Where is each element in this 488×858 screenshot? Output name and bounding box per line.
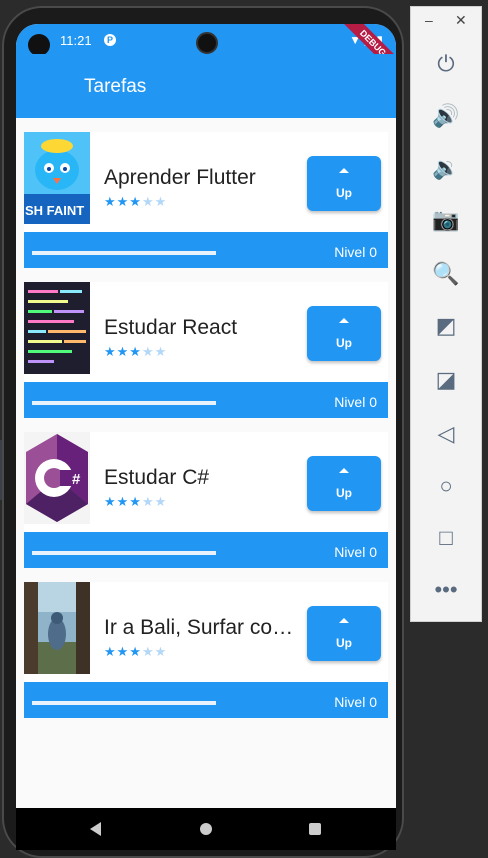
level-progress [32, 551, 216, 555]
level-label: Nivel 0 [334, 394, 377, 410]
volume-down-icon[interactable]: 🔉 [429, 151, 463, 185]
back-icon[interactable] [90, 822, 101, 836]
flutter-bird-thumbnail: SH FAINT [24, 132, 90, 224]
task-card-body: SH FAINT Aprender Flutter ★★★★★ Up [24, 132, 388, 232]
task-name: Estudar React [104, 316, 238, 339]
level-bar: Nivel 0 [24, 682, 388, 718]
task-name: Estudar C# [104, 466, 210, 489]
page-title: Tarefas [84, 76, 147, 97]
star-empty-icon: ★★ [141, 194, 168, 209]
up-button-label: Up [336, 636, 352, 650]
zoom-icon[interactable]: 🔍 [429, 257, 463, 291]
arrow-up-icon [339, 318, 349, 323]
star-filled-icon: ★★★ [104, 344, 142, 359]
csharp-hash-glyph: # [72, 471, 81, 488]
difficulty-stars: ★★★★★ [104, 644, 167, 660]
difficulty-stars: ★★★★★ [104, 344, 167, 360]
level-bar: Nivel 0 [24, 532, 388, 568]
minimize-button[interactable]: – [425, 12, 433, 28]
up-button[interactable]: Up [307, 306, 381, 361]
task-name: Aprender Flutter [104, 166, 256, 189]
task-card-body: Estudar React ★★★★★ Up [24, 282, 388, 382]
app-bar: Tarefas [16, 54, 396, 118]
task-card: # Estudar C# ★★★★★ Up Nivel 0 [24, 432, 388, 568]
home-icon[interactable] [200, 823, 212, 835]
arrow-up-icon [339, 168, 349, 173]
task-card: Estudar React ★★★★★ Up Nivel 0 [24, 282, 388, 418]
level-progress [32, 251, 216, 255]
star-empty-icon: ★★ [141, 344, 168, 359]
rotate-right-icon[interactable]: ◪ [429, 363, 463, 397]
power-icon[interactable]: ⏻ [429, 47, 463, 81]
up-button-label: Up [336, 336, 352, 350]
rotate-left-icon[interactable]: ◩ [429, 309, 463, 343]
level-progress [32, 401, 216, 405]
task-name: Ir a Bali, Surfar com os amigos [104, 616, 294, 639]
back-icon[interactable]: ◁ [429, 417, 463, 451]
overview-icon[interactable]: □ [429, 521, 463, 555]
level-bar: Nivel 0 [24, 232, 388, 268]
star-empty-icon: ★★ [141, 644, 168, 659]
code-editor-thumbnail [24, 282, 90, 374]
thumb-caption: SH FAINT [25, 203, 84, 218]
up-button[interactable]: Up [307, 456, 381, 511]
star-filled-icon: ★★★ [104, 644, 142, 659]
notification-icon: P [104, 34, 116, 46]
difficulty-stars: ★★★★★ [104, 494, 167, 510]
more-icon[interactable]: ••• [429, 573, 463, 607]
level-bar: Nivel 0 [24, 382, 388, 418]
arrow-up-icon [339, 618, 349, 623]
close-button[interactable]: ✕ [455, 12, 467, 29]
arrow-up-icon [339, 468, 349, 473]
up-button-label: Up [336, 186, 352, 200]
up-button[interactable]: Up [307, 156, 381, 211]
emulator-titlebar: – ✕ [411, 7, 483, 37]
star-empty-icon: ★★ [141, 494, 168, 509]
camera-icon[interactable]: 📷 [429, 203, 463, 237]
level-progress [32, 701, 216, 705]
up-button[interactable]: Up [307, 606, 381, 661]
recent-apps-icon[interactable] [309, 823, 321, 835]
task-card-body: # Estudar C# ★★★★★ Up [24, 432, 388, 532]
task-card: SH FAINT Aprender Flutter ★★★★★ Up Nivel… [24, 132, 388, 268]
level-label: Nivel 0 [334, 694, 377, 710]
star-filled-icon: ★★★ [104, 494, 142, 509]
home-icon[interactable]: ○ [429, 469, 463, 503]
phone-frame: 11:21 P ▼◢▮ DEBUG Tarefas [2, 6, 404, 858]
task-card: Ir a Bali, Surfar com os amigos ★★★★★ Up… [24, 582, 388, 718]
star-filled-icon: ★★★ [104, 194, 142, 209]
difficulty-stars: ★★★★★ [104, 194, 167, 210]
volume-up-icon[interactable]: 🔊 [429, 99, 463, 133]
system-nav-bar [16, 808, 396, 850]
task-card-body: Ir a Bali, Surfar com os amigos ★★★★★ Up [24, 582, 388, 682]
up-button-label: Up [336, 486, 352, 500]
csharp-logo-thumbnail: # [24, 432, 90, 524]
emulator-side-panel: – ✕ ⏻ 🔊 🔉 📷 🔍 ◩ ◪ ◁ ○ □ ••• [410, 6, 482, 622]
level-label: Nivel 0 [334, 244, 377, 260]
bali-landscape-thumbnail [24, 582, 90, 674]
status-time: 11:21 [60, 33, 92, 48]
front-camera-icon [28, 34, 50, 56]
phone-screen: 11:21 P ▼◢▮ DEBUG Tarefas [16, 24, 396, 850]
camera-punch-hole-icon [196, 32, 218, 54]
status-bar: 11:21 P ▼◢▮ DEBUG [16, 24, 396, 80]
level-label: Nivel 0 [334, 544, 377, 560]
